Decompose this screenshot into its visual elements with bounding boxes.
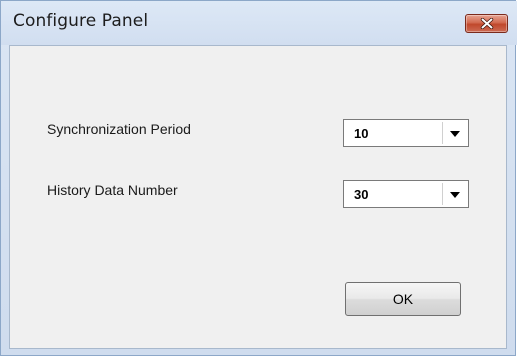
history-number-label: History Data Number — [47, 182, 178, 198]
chevron-down-icon — [449, 124, 460, 142]
history-number-value: 30 — [354, 187, 369, 202]
configure-panel-window: Configure Panel Synchronization Period 1… — [0, 0, 517, 356]
title-bar[interactable]: Configure Panel — [1, 1, 517, 45]
history-number-dropdown-button[interactable] — [442, 183, 466, 205]
chevron-down-icon — [449, 185, 460, 203]
sync-period-select[interactable]: 10 — [343, 119, 469, 147]
sync-period-value: 10 — [354, 126, 369, 141]
ok-button[interactable]: OK — [345, 282, 461, 316]
sync-period-label: Synchronization Period — [47, 121, 191, 137]
window-title: Configure Panel — [13, 11, 149, 31]
close-button[interactable] — [465, 14, 508, 33]
history-number-select[interactable]: 30 — [343, 180, 469, 208]
sync-period-dropdown-button[interactable] — [442, 122, 466, 144]
dialog-client-area: Synchronization Period 10 History Data N… — [9, 45, 507, 349]
close-icon — [480, 18, 494, 29]
